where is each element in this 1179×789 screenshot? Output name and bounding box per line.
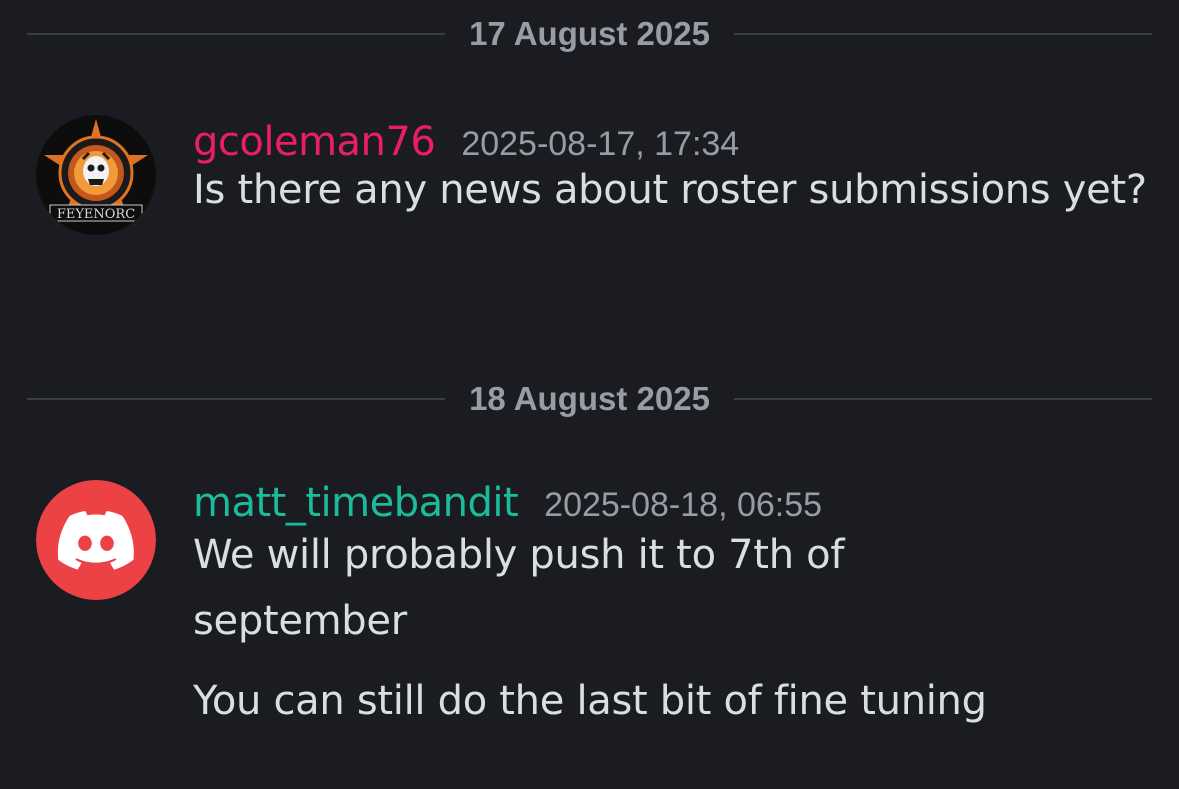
feyenorc-logo-icon: FEYENORC <box>36 115 156 235</box>
divider-date: 18 August 2025 <box>469 380 710 417</box>
avatar[interactable]: FEYENORC <box>36 115 156 235</box>
message-content: matt_timebandit 2025-08-18, 06:55 We wil… <box>193 480 1153 734</box>
divider-line <box>733 33 1153 35</box>
message-body: Is there any news about roster submissio… <box>193 157 1153 223</box>
divider-line <box>27 33 446 35</box>
date-divider: 17 August 2025 <box>27 14 1153 54</box>
message-text: Is there any news about roster submissio… <box>193 167 1147 213</box>
message-text: You can still do the last bit of fine tu… <box>193 678 987 724</box>
message-timestamp: 2025-08-18, 06:55 <box>544 486 823 524</box>
svg-text:FEYENORC: FEYENORC <box>57 207 135 222</box>
message-content: gcoleman76 2025-08-17, 17:34 Is there an… <box>193 115 1153 223</box>
discord-logo-icon <box>36 480 156 600</box>
message-body: We will probably push it to 7th of septe… <box>193 522 1153 734</box>
date-divider: 18 August 2025 <box>27 379 1153 419</box>
divider-line <box>27 398 446 400</box>
message-text: We will probably push it to 7th of septe… <box>193 532 845 644</box>
avatar[interactable] <box>36 480 156 600</box>
divider-line <box>733 398 1153 400</box>
divider-date: 17 August 2025 <box>469 15 710 52</box>
username[interactable]: matt_timebandit <box>193 480 519 526</box>
